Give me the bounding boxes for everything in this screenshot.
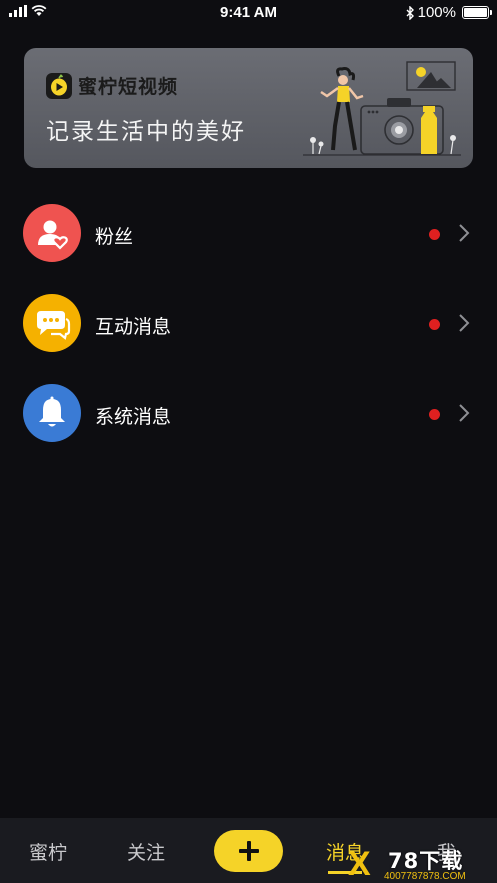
tab-following[interactable]: 关注 bbox=[127, 838, 165, 865]
unread-dot bbox=[429, 229, 440, 240]
unread-dot bbox=[429, 319, 440, 330]
add-video-button[interactable] bbox=[214, 830, 283, 872]
watermark-url: 4007787878.COM bbox=[384, 871, 466, 882]
promo-banner[interactable]: 蜜柠短视频 记录生活中的美好 bbox=[24, 48, 473, 168]
list-item-interactions[interactable]: 互动消息 bbox=[0, 288, 497, 358]
unread-dot bbox=[429, 409, 440, 420]
battery-icon bbox=[462, 6, 492, 19]
list-item-label: 系统消息 bbox=[95, 406, 172, 428]
list-item-label: 互动消息 bbox=[95, 316, 172, 338]
bell-icon bbox=[23, 384, 81, 442]
chevron-right-icon bbox=[459, 314, 470, 332]
plus-icon bbox=[238, 841, 259, 861]
chevron-right-icon bbox=[459, 224, 470, 242]
battery-percent: 100% bbox=[417, 4, 456, 21]
watermark-logo: X bbox=[348, 845, 371, 883]
play-fruit-logo-icon bbox=[46, 72, 72, 99]
list-item-system[interactable]: 系统消息 bbox=[0, 378, 497, 448]
list-item-label: 粉丝 bbox=[95, 226, 134, 248]
list-item-fans[interactable]: 粉丝 bbox=[0, 198, 497, 268]
messages-screen: 9:41 AM 100% 蜜柠短视频 记录生活中的美好 粉丝 互动消息 系统消息… bbox=[0, 0, 497, 883]
banner-brand: 蜜柠短视频 bbox=[46, 72, 178, 99]
chevron-right-icon bbox=[459, 404, 470, 422]
tab-home[interactable]: 蜜柠 bbox=[29, 838, 67, 865]
girl-with-camera-illustration bbox=[303, 61, 461, 156]
bluetooth-icon bbox=[406, 5, 414, 20]
chat-bubbles-icon bbox=[23, 294, 81, 352]
fan-user-heart-icon bbox=[23, 204, 81, 262]
status-battery-group: 100% bbox=[406, 4, 492, 21]
banner-app-name: 蜜柠短视频 bbox=[78, 76, 179, 98]
site-watermark: X 78下载 4007787878.COM bbox=[348, 845, 497, 883]
banner-slogan: 记录生活中的美好 bbox=[46, 119, 246, 145]
status-bar: 9:41 AM 100% bbox=[0, 0, 497, 26]
